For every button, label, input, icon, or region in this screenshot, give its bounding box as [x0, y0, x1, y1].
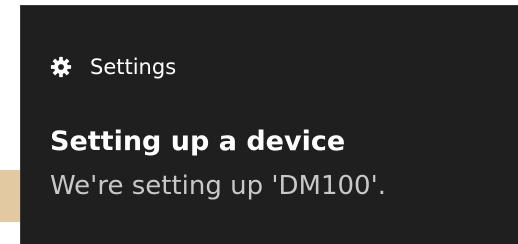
toast-header: Settings	[50, 52, 176, 82]
toast-app-name: Settings	[90, 55, 177, 79]
toast-body: We're setting up 'DM100'.	[50, 171, 386, 201]
notification-toast[interactable]: Settings Setting up a device We're setti…	[20, 5, 518, 244]
desktop-background: Settings Setting up a device We're setti…	[0, 0, 518, 244]
gear-icon	[50, 56, 72, 78]
toast-title: Setting up a device	[50, 126, 346, 157]
